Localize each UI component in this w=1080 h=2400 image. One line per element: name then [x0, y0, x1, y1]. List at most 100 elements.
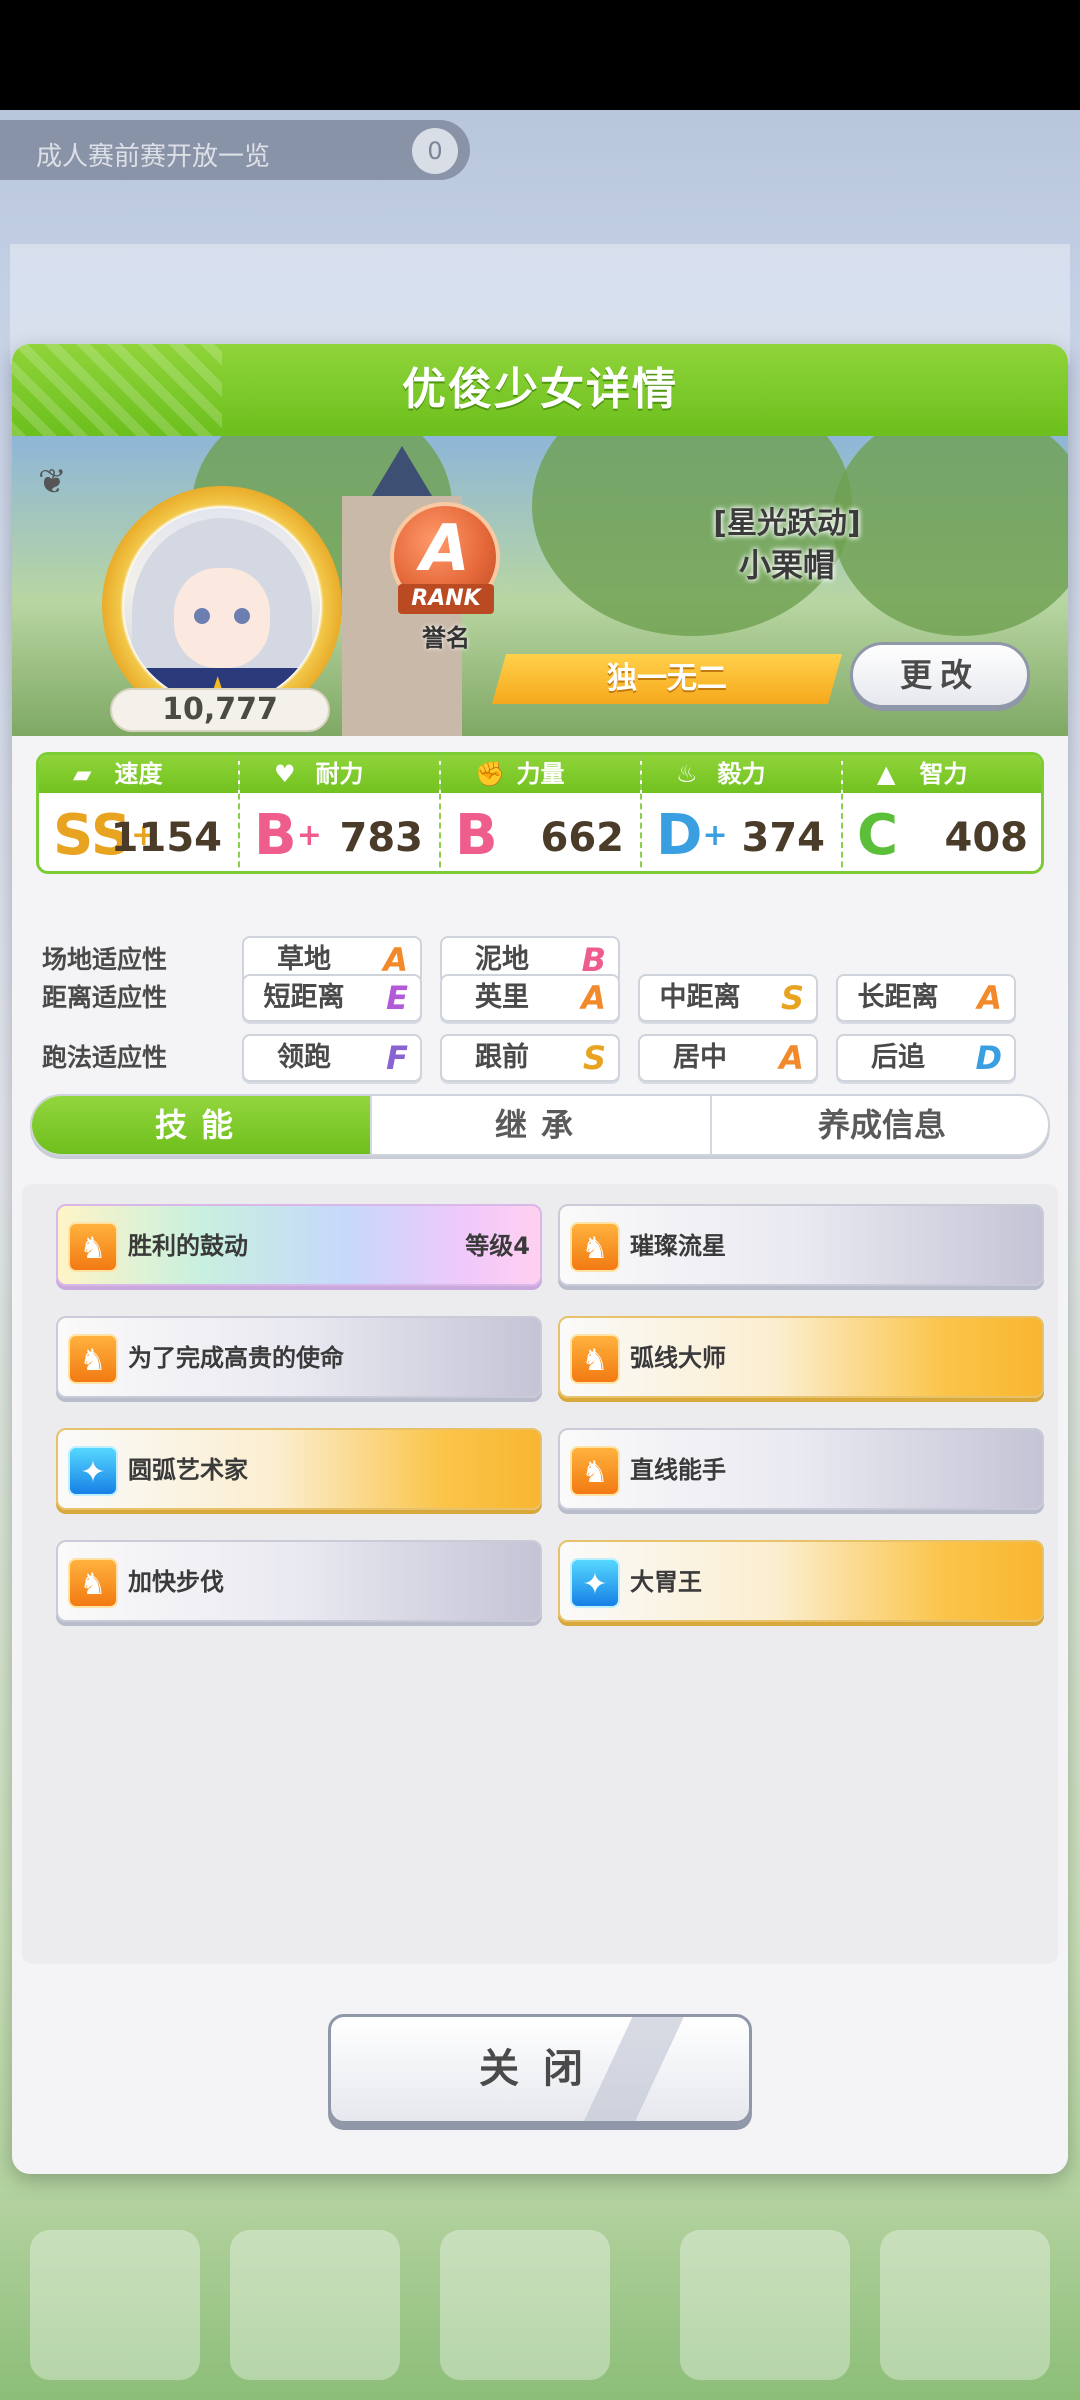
aptitude-grade: A — [977, 979, 1002, 1017]
stat-grade: D+ — [656, 803, 728, 868]
skill-item[interactable]: ♞ 弧线大师 — [558, 1316, 1044, 1398]
stat-value: 662 — [540, 815, 625, 861]
stat-value: 783 — [339, 815, 424, 861]
aptitude-grade: F — [386, 1039, 408, 1077]
change-title-button[interactable]: 更改 — [850, 642, 1030, 708]
close-button-label: 关闭 — [479, 2046, 607, 2092]
stat-header: ♥ 耐力 — [240, 755, 439, 793]
aptitude-grade: A — [581, 979, 606, 1017]
nav-slot[interactable] — [440, 2230, 610, 2380]
stat-value: 374 — [741, 815, 826, 861]
aptitude-name: 短距离 — [263, 982, 345, 1013]
skill-name: 直线能手 — [630, 1456, 726, 1484]
aptitude-name: 中距离 — [659, 982, 741, 1013]
skill-item[interactable]: ♞ 璀璨流星 — [558, 1204, 1044, 1286]
skill-item[interactable]: ♞ 加快步伐 — [56, 1540, 542, 1622]
title-banner: 独一无二 — [492, 654, 842, 704]
aptitude-grade: D — [975, 1039, 1002, 1077]
dialog-title: 优俊少女详情 — [402, 364, 678, 415]
aptitude-grade: S — [582, 1039, 606, 1077]
aptitude-name: 领跑 — [277, 1042, 331, 1073]
stat-column: ▲ 智力 C 408 — [843, 755, 1041, 871]
speed-horse-icon: ♞ — [570, 1222, 620, 1272]
stat-column: ✊ 力量 B 662 — [441, 755, 642, 871]
aptitude-name: 长距离 — [857, 982, 939, 1013]
speed-horse-icon: ♞ — [68, 1558, 118, 1608]
aptitude-box: 长距离 A — [836, 974, 1016, 1022]
aptitude-box: 跟前 S — [440, 1034, 620, 1082]
stat-value: 408 — [944, 815, 1029, 861]
nav-slot[interactable] — [880, 2230, 1050, 2380]
stat-column: ♨ 毅力 D+ 374 — [642, 755, 843, 871]
skills-panel: ♞ 胜利的鼓动 等级4 ♞ 璀璨流星 ♞ 为了完成高贵的使命 ♞ 弧线大师 ✦ 圆弧艺术家 ♞ 直线能手… — [22, 1184, 1058, 1964]
recovery-sparkle-icon: ✦ — [68, 1446, 118, 1496]
skill-name: 胜利的鼓动 — [128, 1232, 248, 1260]
aptitude-grade: A — [779, 1039, 804, 1077]
shoe-icon: ▰ — [73, 760, 92, 788]
skill-name: 璀璨流星 — [630, 1232, 726, 1260]
skill-name: 加快步伐 — [128, 1568, 224, 1596]
aptitude-box: 中距离 S — [638, 974, 818, 1022]
aptitude-grade: S — [780, 979, 804, 1017]
flame-icon: ♨ — [676, 760, 698, 788]
stat-column: ♥ 耐力 B+ 783 — [240, 755, 441, 871]
aptitude-box: 短距离 E — [242, 974, 422, 1022]
character-panel: ❦ ★ 10,777 A RANK 誉名 [星光跃动] 小栗帽 独一无二 更改 — [12, 436, 1068, 736]
nav-slot[interactable] — [230, 2230, 400, 2380]
stat-grade: B+ — [254, 803, 322, 868]
stat-label: 速度 — [114, 760, 163, 788]
stat-label: 力量 — [516, 760, 565, 788]
stat-label: 毅力 — [717, 760, 766, 788]
speed-horse-icon: ♞ — [570, 1334, 620, 1384]
notice-badge: 0 — [412, 128, 458, 174]
stat-header: ▰ 速度 — [39, 755, 238, 793]
tab-training-info[interactable]: 养成信息 — [712, 1096, 1048, 1154]
skill-item[interactable]: ✦ 大胃王 — [558, 1540, 1044, 1622]
skill-name: 弧线大师 — [630, 1344, 726, 1372]
aptitude-box: 领跑 F — [242, 1034, 422, 1082]
close-button[interactable]: 关闭 — [328, 2014, 752, 2124]
stat-grade: C — [857, 803, 899, 868]
status-bar — [0, 0, 1080, 110]
aptitude-name: 后追 — [871, 1042, 925, 1073]
speed-horse-icon: ♞ — [68, 1222, 118, 1272]
aptitude-name: 英里 — [475, 982, 529, 1013]
skill-item[interactable]: ✦ 圆弧艺术家 — [56, 1428, 542, 1510]
aptitude-name: 居中 — [673, 1042, 727, 1073]
distance-aptitude-row: 距离适应性 短距离 E 英里 A 中距离 S 长距离 A — [42, 974, 1042, 1022]
aptitude-grade: E — [386, 979, 408, 1017]
skill-item[interactable]: ♞ 为了完成高贵的使命 — [56, 1316, 542, 1398]
tab-inheritance[interactable]: 继承 — [372, 1096, 712, 1154]
skill-name: 大胃王 — [630, 1568, 702, 1596]
skill-level: 等级4 — [465, 1232, 530, 1260]
heart-icon: ♥ — [274, 760, 296, 788]
aptitude-box: 英里 A — [440, 974, 620, 1022]
aptitude-box: 居中 A — [638, 1034, 818, 1082]
stat-label: 智力 — [919, 760, 968, 788]
stat-value: 1154 — [110, 815, 222, 861]
nav-slot[interactable] — [30, 2230, 200, 2380]
detail-tabs: 技能 继承 养成信息 — [30, 1094, 1050, 1156]
tab-skills[interactable]: 技能 — [32, 1096, 372, 1154]
skill-item[interactable]: ♞ 直线能手 — [558, 1428, 1044, 1510]
aptitude-label: 跑法适应性 — [42, 1043, 168, 1072]
character-epithet: [星光跃动] — [713, 506, 861, 541]
recovery-sparkle-icon: ✦ — [570, 1558, 620, 1608]
stat-header: ✊ 力量 — [441, 755, 640, 793]
speed-horse-icon: ♞ — [570, 1446, 620, 1496]
aptitude-name: 跟前 — [475, 1042, 529, 1073]
muscle-icon: ✊ — [475, 760, 505, 788]
bottom-nav — [0, 2200, 1080, 2400]
dialog-header: 优俊少女详情 — [12, 344, 1068, 436]
speed-horse-icon: ♞ — [68, 1334, 118, 1384]
rank-subtitle: 誉名 — [422, 624, 470, 652]
skill-item[interactable]: ♞ 胜利的鼓动 等级4 — [56, 1204, 542, 1286]
aptitude-label: 距离适应性 — [42, 983, 168, 1012]
nav-slot[interactable] — [680, 2230, 850, 2380]
notice-strip[interactable]: 成人赛前赛开放一览 0 — [0, 120, 470, 180]
stat-grade: B — [455, 803, 498, 868]
leaf-icon: ❦ — [38, 462, 67, 502]
stat-label: 耐力 — [315, 760, 364, 788]
graduation-cap-icon: ▲ — [877, 760, 896, 788]
rank-letter: A — [420, 512, 470, 586]
